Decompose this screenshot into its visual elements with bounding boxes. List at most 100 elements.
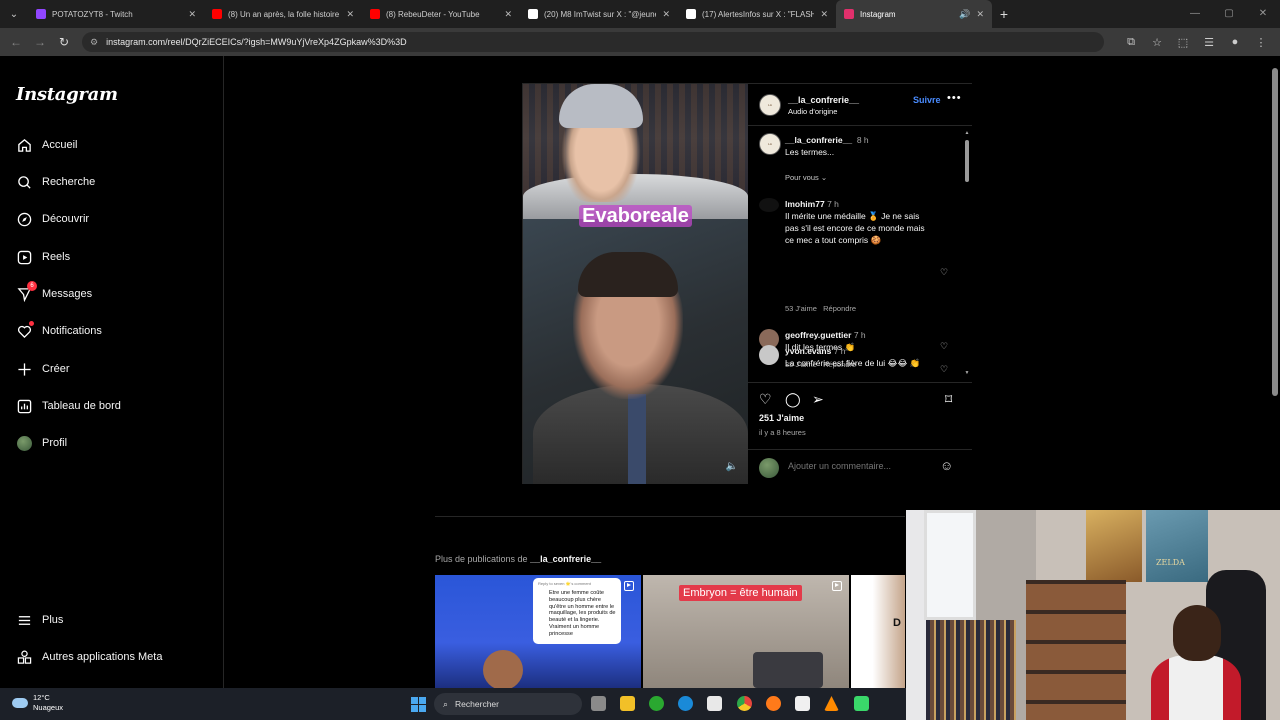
nav-messages[interactable]: 6 Messages — [16, 281, 92, 302]
firefox-icon[interactable] — [766, 696, 781, 711]
mute-icon[interactable]: 🔈 — [726, 461, 738, 472]
close-tab-icon[interactable]: ✕ — [820, 9, 828, 20]
browser-tab[interactable]: (20) M8 ImTwist sur X : "@jeune ✕ — [520, 0, 678, 28]
reel-video[interactable]: Evaboreale 🔈 — [523, 84, 748, 484]
nav-meta-apps[interactable]: Autres applications Meta — [16, 649, 162, 665]
reels-icon — [16, 249, 32, 265]
close-tab-icon[interactable]: ✕ — [504, 9, 512, 20]
extensions-icon[interactable]: ⬚ — [1170, 36, 1196, 49]
new-tab-button[interactable]: + — [992, 6, 1016, 22]
comment-icon[interactable]: ◯ — [785, 391, 801, 408]
comment-avatar[interactable] — [759, 198, 779, 212]
close-tab-icon[interactable]: ✕ — [662, 9, 670, 20]
profile-icon[interactable]: ● — [1222, 36, 1248, 48]
messages-badge: 6 — [27, 281, 37, 291]
nav-home[interactable]: Accueil — [16, 137, 77, 153]
nav-dashboard[interactable]: Tableau de bord — [16, 398, 121, 414]
post-header: LA CONFRERIE __la_confrerie__ Audio d'or… — [748, 84, 972, 126]
nav-more[interactable]: Plus — [16, 612, 63, 628]
vlc-icon[interactable] — [824, 696, 839, 711]
save-icon[interactable]: ⌑ — [945, 391, 952, 408]
taskbar-search[interactable]: ⌕ Rechercher — [434, 693, 582, 715]
windows-taskbar: 12°C Nuageux ⌕ Rechercher — [0, 688, 906, 720]
like-icon[interactable]: ♡ — [759, 391, 772, 408]
author-username[interactable]: __la_confrerie__ — [788, 95, 859, 105]
search-icon: ⌕ — [443, 698, 449, 709]
weather-widget[interactable]: 12°C Nuageux — [12, 693, 63, 713]
nav-create[interactable]: Créer — [16, 361, 70, 377]
browser-toolbar: ⧉ ☆ ⬚ ☰ ● ⋮ — [1118, 28, 1274, 56]
close-tab-icon[interactable]: ✕ — [188, 9, 196, 20]
nav-profile[interactable]: Profil — [16, 435, 67, 451]
emoji-icon[interactable]: ☺ — [940, 458, 953, 473]
likes-count[interactable]: 251 J'aime — [759, 413, 804, 423]
audio-label[interactable]: Audio d'origine — [788, 107, 837, 116]
task-view-icon[interactable] — [591, 696, 606, 711]
caption-avatar[interactable]: LA CONFRERIE — [759, 133, 781, 155]
heart-icon — [16, 321, 34, 339]
windows-start-icon[interactable] — [411, 697, 426, 712]
browser-tab[interactable]: (8) Un an après, la folle histoire ✕ — [204, 0, 362, 28]
close-window-icon[interactable]: ✕ — [1246, 0, 1280, 28]
comment: yvon.evans 7 h La confrérie est fière de… — [785, 346, 921, 368]
url-input[interactable]: ⚙ instagram.com/reel/DQrZiECEICs/?igsh=M… — [82, 32, 1104, 52]
chrome-icon[interactable] — [737, 696, 752, 711]
follow-button[interactable]: Suivre — [913, 95, 941, 105]
search-icon — [16, 174, 32, 190]
bookmark-star-icon[interactable]: ☆ — [1144, 36, 1170, 49]
nav-search[interactable]: Recherche — [16, 174, 95, 190]
back-icon[interactable]: ← — [4, 35, 28, 49]
comments-scrollbar[interactable]: ▲ ▼ — [964, 130, 970, 376]
poster-text: ZELDA — [1156, 558, 1185, 567]
browser-tab[interactable]: (8) RebeuDeter - YouTube ✕ — [362, 0, 520, 28]
speaker-icon[interactable]: 🔊 — [959, 9, 970, 20]
more-options-icon[interactable]: ••• — [947, 92, 962, 104]
browser-tab[interactable]: (17) AlertesInfos sur X : "FLASH ✕ — [678, 0, 836, 28]
caption-username[interactable]: __la_confrerie__ — [785, 135, 852, 145]
capcut-icon[interactable] — [795, 696, 810, 711]
browser-menu-icon[interactable]: ⋮ — [1248, 36, 1274, 49]
author-avatar[interactable]: LA CONFRERIE — [759, 94, 781, 116]
nav-reels[interactable]: Reels — [16, 249, 70, 265]
file-explorer-icon[interactable] — [620, 696, 635, 711]
more-post-thumbnail[interactable]: Reply to seven 🌟's comment Etre une femm… — [435, 575, 641, 688]
forward-icon[interactable]: → — [28, 35, 52, 49]
xbox-icon[interactable] — [649, 696, 664, 711]
nav-notifications[interactable]: Notifications — [16, 321, 102, 339]
site-info-icon[interactable]: ⚙ — [90, 37, 98, 48]
close-tab-icon[interactable]: ✕ — [346, 9, 354, 20]
comment-avatar[interactable] — [759, 345, 779, 365]
nav-explore[interactable]: Découvrir — [16, 211, 89, 227]
window-controls: — ▢ ✕ — [1178, 0, 1280, 28]
comment-input[interactable] — [788, 461, 928, 471]
post-time[interactable]: il y a 8 heures — [759, 428, 806, 437]
menu-icon — [16, 612, 32, 628]
reel-post: Evaboreale 🔈 LA CONFRERIE __la_confrerie… — [522, 83, 972, 484]
share-icon[interactable]: ➢ — [812, 391, 824, 408]
like-comment-icon[interactable]: ♡ — [940, 267, 948, 278]
android-icon[interactable] — [854, 696, 869, 711]
browser-tab[interactable]: POTATOZYT8 - Twitch ✕ — [28, 0, 204, 28]
sort-dropdown[interactable]: Pour vous ⌄ — [785, 173, 827, 182]
avatar — [16, 435, 32, 451]
more-post-thumbnail[interactable]: D — [851, 575, 905, 688]
install-app-icon[interactable]: ⧉ — [1118, 36, 1144, 49]
minimize-icon[interactable]: — — [1178, 0, 1212, 28]
messenger-icon: 6 — [16, 281, 37, 302]
maximize-icon[interactable]: ▢ — [1212, 0, 1246, 28]
browser-tab-active[interactable]: Instagram 🔊 ✕ — [836, 0, 992, 28]
close-tab-icon[interactable]: ✕ — [976, 9, 984, 20]
reload-icon[interactable]: ↻ — [52, 35, 76, 49]
youtube-icon — [212, 9, 222, 19]
reading-list-icon[interactable]: ☰ — [1196, 36, 1222, 49]
tab-search-icon[interactable]: ⌄ — [0, 0, 28, 28]
cloud-icon — [12, 698, 28, 708]
instagram-icon — [844, 9, 854, 19]
address-bar: ← → ↻ ⚙ instagram.com/reel/DQrZiECEICs/?… — [0, 28, 1280, 56]
like-comment-icon[interactable]: ♡ — [940, 341, 948, 352]
like-comment-icon[interactable]: ♡ — [940, 364, 948, 375]
more-post-thumbnail[interactable]: Embryon = être humain — [643, 575, 849, 688]
instagram-logo[interactable]: Instagram — [16, 84, 118, 105]
store-icon[interactable] — [707, 696, 722, 711]
edge-icon[interactable] — [678, 696, 693, 711]
